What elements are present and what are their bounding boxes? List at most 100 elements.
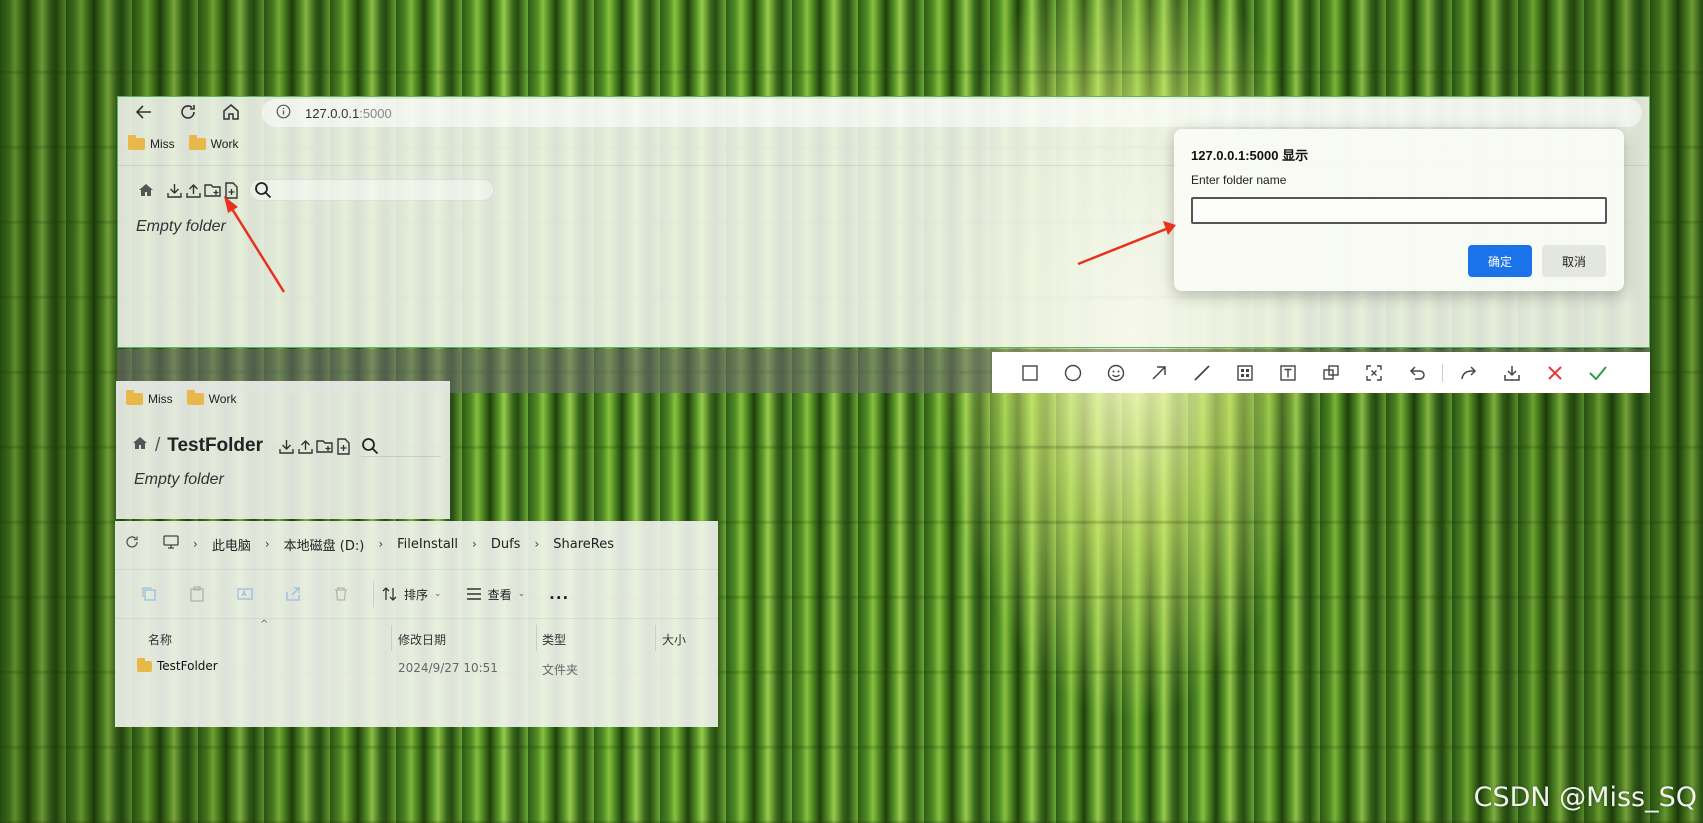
column-modified[interactable]: 修改日期 [398,631,446,648]
close-icon [1547,365,1562,380]
search-box[interactable] [361,435,441,457]
chevron-right-icon: › [534,537,540,551]
arrow-icon [1151,365,1166,380]
bookmark-work[interactable]: Work [188,135,239,151]
ellipse-tool[interactable] [1051,352,1094,393]
breadcrumb-item[interactable]: Dufs [491,537,521,552]
bookmark-miss[interactable]: Miss [126,390,173,406]
type-cell: 文件夹 [542,663,579,677]
ocr-tool[interactable] [1352,352,1395,393]
breadcrumb-item[interactable]: ShareRes [553,537,614,552]
share-icon [286,587,300,601]
folder-icon [126,390,143,405]
rectangle-tool[interactable] [1008,352,1051,393]
copy-button[interactable] [125,586,173,602]
more-options-button[interactable]: ... [549,585,569,603]
breadcrumb-item[interactable]: FileInstall [397,537,458,552]
delete-button[interactable] [317,586,365,602]
column-divider [655,625,656,651]
paste-button[interactable] [173,586,221,602]
new-folder-icon [315,439,333,453]
new-folder-button[interactable] [315,437,334,456]
copy-icon [142,587,156,601]
confirm-capture-button[interactable] [1576,352,1619,393]
bookmark-work[interactable]: Work [186,390,236,406]
share-button[interactable] [269,586,317,602]
home-link[interactable] [136,181,155,200]
trash-icon [335,587,347,601]
save-icon [1503,365,1520,381]
download-button[interactable] [277,437,296,456]
view-list-icon [466,588,481,600]
dialog-message: Enter folder name [1191,173,1287,187]
current-folder-name: TestFolder [167,435,263,456]
chevron-down-icon: ⌄ [517,589,526,599]
sort-label: 排序 [404,587,429,602]
sort-button[interactable]: 排序 ⌄ [382,586,442,603]
explorer-address-bar: › 此电脑 › 本地磁盘 (D:) › FileInstall › Dufs ›… [115,521,718,567]
breadcrumb-item[interactable]: 此电脑 [212,535,251,554]
pin-tool[interactable] [1309,352,1352,393]
home-link[interactable] [132,435,148,457]
column-name[interactable]: 名称 [148,631,172,648]
arrow-tool[interactable] [1137,352,1180,393]
redo-tool[interactable] [1447,352,1490,393]
cancel-capture-button[interactable] [1533,352,1576,393]
rename-icon [237,588,253,600]
folder-icon [186,390,204,405]
command-separator [373,581,374,607]
back-button[interactable] [133,101,155,123]
new-file-button[interactable] [222,181,241,200]
chevron-down-icon: ⌄ [434,589,442,599]
save-tool[interactable] [1490,352,1533,393]
sort-icon [382,587,397,601]
search-box[interactable] [249,179,494,201]
breadcrumb: / TestFolder [132,435,441,457]
bookmark-miss[interactable]: Miss [128,135,175,151]
home-icon [223,104,239,120]
empty-folder-text: Empty folder [134,471,224,488]
cancel-button[interactable]: 取消 [1542,245,1606,277]
ok-button[interactable]: 确定 [1468,245,1532,277]
upload-button[interactable] [296,437,315,456]
address-bar[interactable]: 127.0.0.1:5000 [262,99,1642,127]
bookmark-label: Work [210,137,239,151]
home-button[interactable] [220,101,242,123]
toolbar-separator [1442,363,1443,382]
text-tool[interactable] [1266,352,1309,393]
refresh-button[interactable] [125,535,139,553]
download-icon [279,439,294,454]
folder-name-input[interactable] [1191,197,1607,224]
undo-tool[interactable] [1395,352,1438,393]
column-divider [536,625,537,651]
site-info-icon[interactable] [276,104,291,122]
folder-icon [188,135,206,150]
table-row[interactable]: TestFolder 2024/9/27 10:51 文件夹 [115,655,718,681]
screenshot-toolbar [992,352,1650,393]
breadcrumb-item[interactable]: 本地磁盘 (D:) [284,535,365,554]
view-button[interactable]: 查看 ⌄ [466,586,526,603]
rename-button[interactable] [221,586,269,602]
reload-button[interactable] [177,101,199,123]
dufs-toolbar [136,179,494,201]
bookmark-label: Miss [150,137,175,151]
upload-icon [298,439,313,454]
column-size[interactable]: 大小 [662,631,686,648]
refresh-icon [126,536,138,548]
mosaic-tool[interactable] [1223,352,1266,393]
breadcrumb-separator: / [155,435,161,456]
download-button[interactable] [165,181,184,200]
prompt-dialog: 127.0.0.1:5000 显示 Enter folder name 确定 取… [1174,129,1624,291]
text-icon [1279,364,1296,381]
computer-icon [163,534,179,554]
upload-button[interactable] [184,181,203,200]
chevron-right-icon: › [378,537,384,551]
column-type[interactable]: 类型 [542,631,566,648]
new-folder-button[interactable] [203,181,222,200]
line-tool[interactable] [1180,352,1223,393]
paste-icon [190,586,204,602]
modified-cell: 2024/9/27 10:51 [398,661,498,675]
sort-caret-icon: ^ [260,619,269,630]
emoji-tool[interactable] [1094,352,1137,393]
new-file-button[interactable] [334,437,353,456]
